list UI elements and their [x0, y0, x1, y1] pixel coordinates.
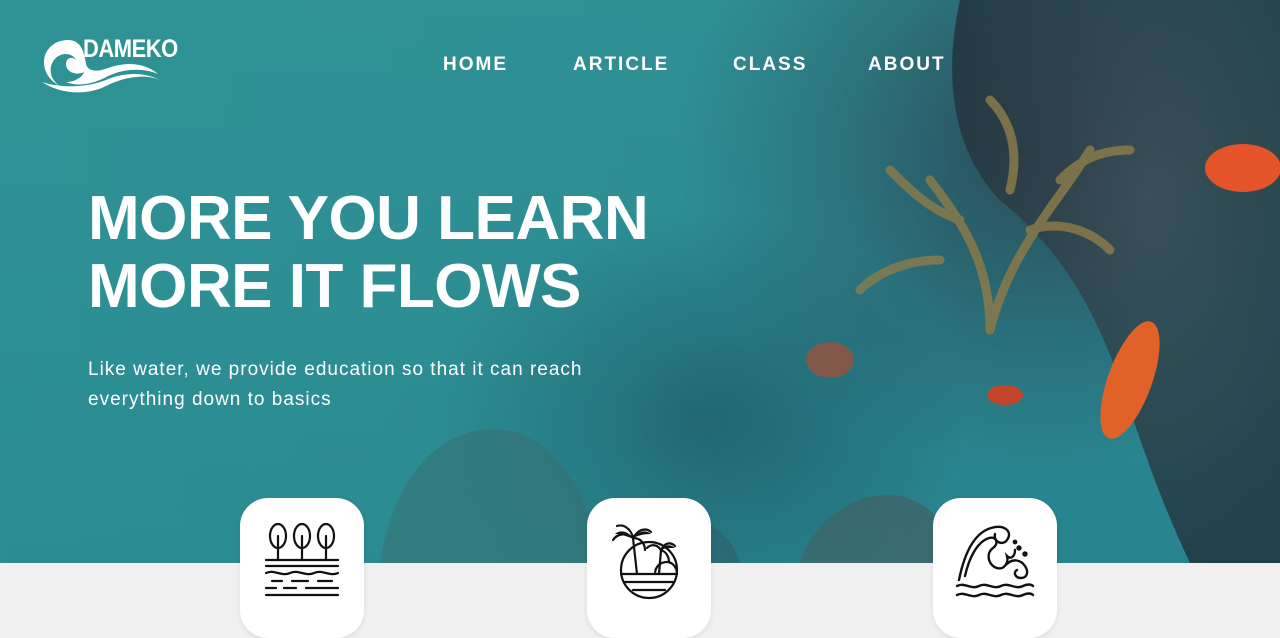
- trees-land-icon: [264, 522, 340, 597]
- headline-line-2: MORE IT FLOWS: [88, 252, 581, 321]
- headline-line-1: MORE YOU LEARN: [88, 184, 649, 253]
- hero-section: DAMEKO HOME ARTICLE CLASS ABOUT MORE YOU…: [0, 0, 1280, 563]
- nav-home[interactable]: HOME: [443, 54, 508, 76]
- nav-class[interactable]: CLASS: [733, 54, 807, 76]
- brand-name[interactable]: DAMEKO: [83, 34, 178, 64]
- feature-card-land[interactable]: [240, 498, 364, 638]
- nav-article[interactable]: ARTICLE: [573, 54, 669, 76]
- subtext-line-1: Like water, we provide education so that…: [88, 359, 583, 380]
- hero-headline: MORE YOU LEARN MORE IT FLOWS: [88, 185, 708, 321]
- ocean-waves-icon: [955, 525, 1035, 598]
- hero-subtext: Like water, we provide education so that…: [88, 355, 688, 415]
- feature-card-ocean[interactable]: [933, 498, 1057, 638]
- feature-card-island[interactable]: [587, 498, 711, 638]
- nav-about[interactable]: ABOUT: [868, 54, 946, 76]
- palm-island-icon: [611, 524, 679, 600]
- subtext-line-2: everything down to basics: [88, 389, 332, 410]
